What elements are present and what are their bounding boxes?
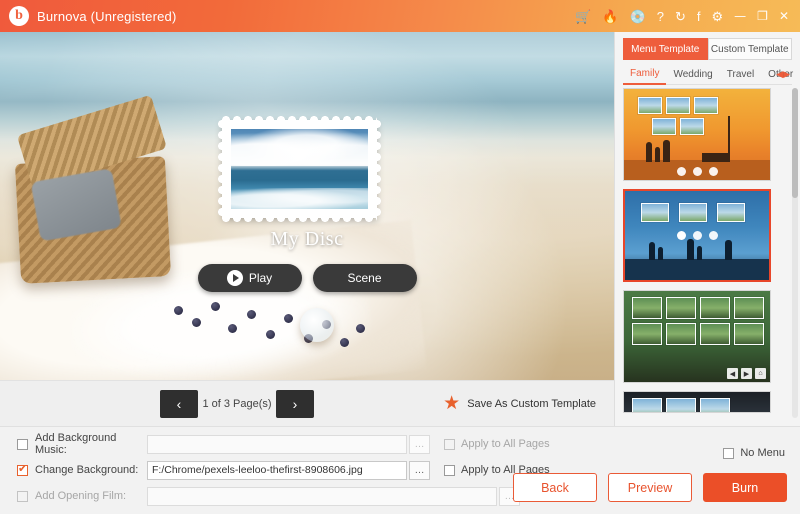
music-apply-all-checkbox[interactable]: [444, 438, 455, 450]
add-background-music-label: Add Background Music:: [35, 432, 117, 456]
facebook-icon[interactable]: f: [697, 10, 701, 23]
change-background-input[interactable]: F:/Chrome/pexels-leeloo-thefirst-8908606…: [147, 460, 407, 480]
play-button-label: Play: [248, 271, 273, 285]
background-music-browse-button[interactable]: …: [409, 434, 430, 454]
home-icon: ⌂: [755, 368, 766, 379]
scene-button-label: Scene: [347, 271, 382, 285]
scene-button[interactable]: Scene: [312, 264, 417, 292]
disc-icon[interactable]: 💿: [630, 10, 646, 23]
add-opening-film-label: Add Opening Film:: [35, 490, 127, 502]
category-tab-travel[interactable]: Travel: [720, 65, 761, 84]
cart-icon[interactable]: 🛒: [575, 10, 591, 23]
change-background-checkbox[interactable]: [17, 462, 28, 476]
add-background-music-checkbox[interactable]: [17, 438, 28, 450]
template-family-green[interactable]: ◀ ▶ ⌂: [623, 290, 771, 383]
menu-button-group: Play Scene: [0, 264, 614, 292]
template-scrollbar-track[interactable]: [792, 88, 798, 418]
stamp-notch-right: [373, 120, 381, 218]
back-button[interactable]: Back: [513, 473, 597, 502]
tab-menu-template[interactable]: Menu Template: [623, 38, 708, 60]
options-bar: Add Background Music: … Apply to All Pag…: [0, 426, 800, 514]
flame-icon[interactable]: 🔥: [602, 10, 618, 23]
category-tab-wedding[interactable]: Wedding: [666, 65, 719, 84]
action-button-group: Back Preview Burn: [513, 473, 787, 502]
app-logo-icon: b: [9, 6, 29, 26]
template-family-dark[interactable]: [623, 391, 771, 413]
play-icon: [226, 270, 243, 286]
menu-thumbnail-image: [231, 129, 368, 209]
dot-indicator: [708, 167, 718, 176]
template-tabs: Menu Template Custom Template: [623, 38, 792, 60]
page-indicator: 1 of 3 Page(s): [202, 397, 272, 410]
stamp-notch-bottom: [222, 214, 377, 222]
title-bar: b Burnova (Unregistered) 🛒 🔥 💿 ? ↻ f ⚙ —…: [0, 0, 800, 32]
settings-icon[interactable]: ⚙: [712, 10, 724, 23]
save-as-custom-template-label: Save As Custom Template: [467, 397, 596, 410]
option-row-background-music: Add Background Music: … Apply to All Pag…: [0, 432, 800, 456]
save-as-custom-template-button[interactable]: ★ Save As Custom Template: [443, 394, 596, 413]
maximize-icon[interactable]: ❐: [757, 10, 768, 22]
change-background-label: Change Background:: [35, 464, 139, 476]
preview-button[interactable]: Preview: [608, 473, 692, 502]
add-opening-film-checkbox[interactable]: [17, 490, 28, 502]
star-icon: ★: [443, 393, 461, 414]
refresh-icon[interactable]: ↻: [675, 10, 686, 23]
prev-icon: ◀: [727, 368, 738, 379]
berries-group: [170, 284, 380, 354]
thumbnail-foam: [231, 188, 368, 209]
no-menu-label: No Menu: [740, 447, 785, 459]
tab-custom-template[interactable]: Custom Template: [707, 38, 792, 60]
stamp-notch-top: [222, 116, 377, 124]
glass-jar: [300, 308, 334, 342]
menu-preview-canvas[interactable]: My Disc Play Scene: [0, 32, 614, 380]
play-button[interactable]: Play: [197, 264, 302, 292]
template-family-blue[interactable]: [623, 189, 771, 282]
template-scrollbar-thumb[interactable]: [792, 88, 798, 198]
template-list[interactable]: ◀ ▶ ⌂: [623, 88, 793, 418]
no-menu-option: No Menu: [723, 447, 785, 459]
template-nav-icons: ◀ ▶ ⌂: [727, 368, 766, 379]
template-panel: Menu Template Custom Template Family Wed…: [614, 32, 800, 426]
no-menu-checkbox[interactable]: [723, 447, 735, 459]
stamp-notch-left: [218, 120, 226, 218]
category-tab-family[interactable]: Family: [623, 64, 667, 85]
dot-indicator: [692, 167, 702, 176]
thumbnail-clouds: [231, 129, 368, 166]
page-navigation-bar: ‹ 1 of 3 Page(s) › ★ Save As Custom Temp…: [0, 380, 614, 426]
dot-indicator: [708, 231, 718, 240]
disc-title-text[interactable]: My Disc: [0, 228, 614, 251]
dot-indicator: [676, 167, 686, 176]
change-background-browse-button[interactable]: …: [409, 460, 430, 480]
dot-indicator: [692, 231, 702, 240]
burnova-window: b Burnova (Unregistered) 🛒 🔥 💿 ? ↻ f ⚙ —…: [0, 0, 800, 514]
background-apply-all-checkbox[interactable]: [444, 464, 455, 476]
burn-button[interactable]: Burn: [703, 473, 787, 502]
help-icon[interactable]: ?: [657, 10, 664, 23]
chevron-right-icon[interactable]: ◀▶: [776, 69, 790, 80]
menu-thumbnail-frame[interactable]: [218, 116, 381, 222]
next-page-button[interactable]: ›: [276, 389, 314, 418]
next-icon: ▶: [741, 368, 752, 379]
previous-page-button[interactable]: ‹: [160, 389, 198, 418]
minimize-icon[interactable]: —: [734, 10, 746, 22]
app-title: Burnova (Unregistered): [37, 8, 177, 24]
template-family-sunset[interactable]: [623, 88, 771, 181]
background-music-input[interactable]: [147, 434, 407, 454]
dot-indicator: [676, 231, 686, 240]
opening-film-input[interactable]: [147, 486, 497, 506]
category-tabs: Family Wedding Travel Other ◀▶: [623, 64, 793, 85]
close-icon[interactable]: ✕: [779, 10, 789, 22]
music-apply-all-label: Apply to All Pages: [461, 438, 550, 450]
titlebar-icon-group: 🛒 🔥 💿 ? ↻ f ⚙ — ❐ ✕: [575, 10, 800, 23]
